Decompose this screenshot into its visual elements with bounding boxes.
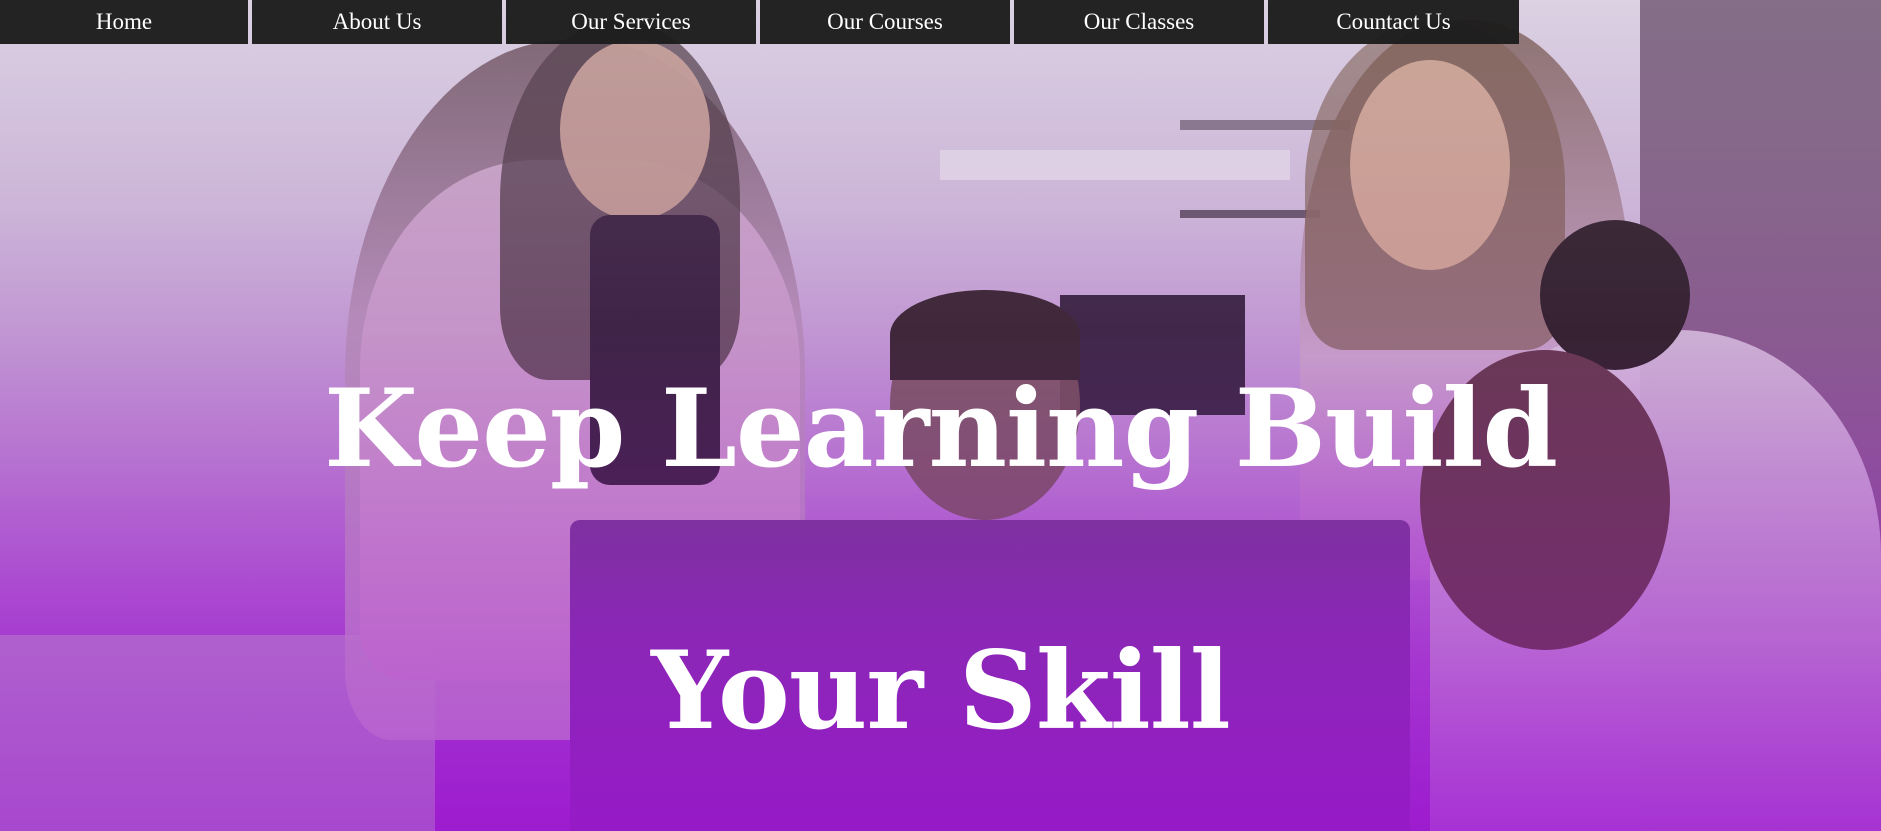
nav-contact-us-link[interactable]: Countact Us xyxy=(1268,0,1519,44)
hero-headline-line-1: Keep Learning Build xyxy=(323,366,1558,492)
nav-our-courses-link[interactable]: Our Courses xyxy=(760,0,1010,44)
hero-headline-line-2: Your Skill xyxy=(651,628,1231,754)
nav-our-classes-link[interactable]: Our Classes xyxy=(1014,0,1264,44)
nav-about-us-link[interactable]: About Us xyxy=(252,0,502,44)
hero-section: Keep Learning Build Your Skill xyxy=(0,0,1881,831)
main-navigation: Home About Us Our Services Our Courses O… xyxy=(0,0,1519,44)
nav-home-link[interactable]: Home xyxy=(0,0,248,44)
nav-our-services-link[interactable]: Our Services xyxy=(506,0,756,44)
